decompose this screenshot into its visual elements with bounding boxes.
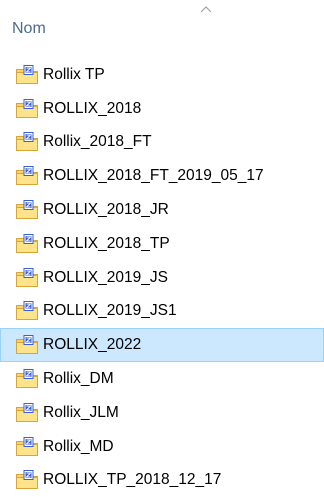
list-item[interactable]: ROLLIX_2019_JS [0, 261, 324, 295]
list-item-label: ROLLIX_2018 [43, 99, 142, 117]
zip-folder-icon [16, 470, 38, 490]
zip-folder-icon [16, 402, 38, 422]
zip-folder-icon [16, 369, 38, 389]
list-item[interactable]: ROLLIX_2022 [0, 328, 324, 363]
zip-folder-icon [16, 166, 38, 186]
list-item-label: ROLLIX_2019_JS1 [43, 302, 177, 320]
list-item[interactable]: Rollix_JLM [0, 396, 324, 430]
zip-folder-icon [16, 335, 38, 355]
column-header-name[interactable]: Nom [12, 18, 46, 40]
zip-folder-icon [16, 98, 38, 118]
zip-folder-icon [16, 436, 38, 456]
list-item[interactable]: ROLLIX_TP_2018_12_17 [0, 464, 324, 497]
list-item-label: Rollix_MD [43, 437, 114, 455]
list-item-label: ROLLIX_2022 [43, 336, 142, 354]
list-item-label: Rollix_2018_FT [43, 133, 152, 151]
zip-folder-icon [16, 200, 38, 220]
file-list: Rollix TP ROLLIX_2018 Rollix_2018_FT ROL… [0, 58, 324, 497]
zip-folder-icon [16, 132, 38, 152]
zip-folder-icon [16, 301, 38, 321]
list-item-label: ROLLIX_TP_2018_12_17 [43, 471, 222, 489]
list-item-label: ROLLIX_2018_JR [43, 201, 169, 219]
list-item[interactable]: ROLLIX_2018_JR [0, 193, 324, 227]
list-item[interactable]: Rollix_DM [0, 362, 324, 396]
list-item[interactable]: Rollix_MD [0, 430, 324, 464]
zip-folder-icon [16, 267, 38, 287]
list-item-label: ROLLIX_2018_FT_2019_05_17 [43, 167, 264, 185]
list-item[interactable]: Rollix TP [0, 58, 324, 92]
zip-folder-icon [16, 233, 38, 253]
list-item-label: ROLLIX_2018_TP [43, 234, 170, 252]
list-item[interactable]: ROLLIX_2018 [0, 92, 324, 126]
list-item-label: Rollix TP [43, 65, 105, 83]
list-item-label: Rollix_JLM [43, 403, 119, 421]
zip-folder-icon [16, 64, 38, 84]
column-header[interactable]: Nom [0, 0, 324, 52]
list-item-label: ROLLIX_2019_JS [43, 268, 168, 286]
list-item[interactable]: ROLLIX_2018_TP [0, 227, 324, 261]
list-item[interactable]: ROLLIX_2019_JS1 [0, 295, 324, 329]
list-item[interactable]: ROLLIX_2018_FT_2019_05_17 [0, 159, 324, 193]
list-item-label: Rollix_DM [43, 370, 114, 388]
list-item[interactable]: Rollix_2018_FT [0, 126, 324, 160]
sort-ascending-icon [200, 6, 212, 13]
